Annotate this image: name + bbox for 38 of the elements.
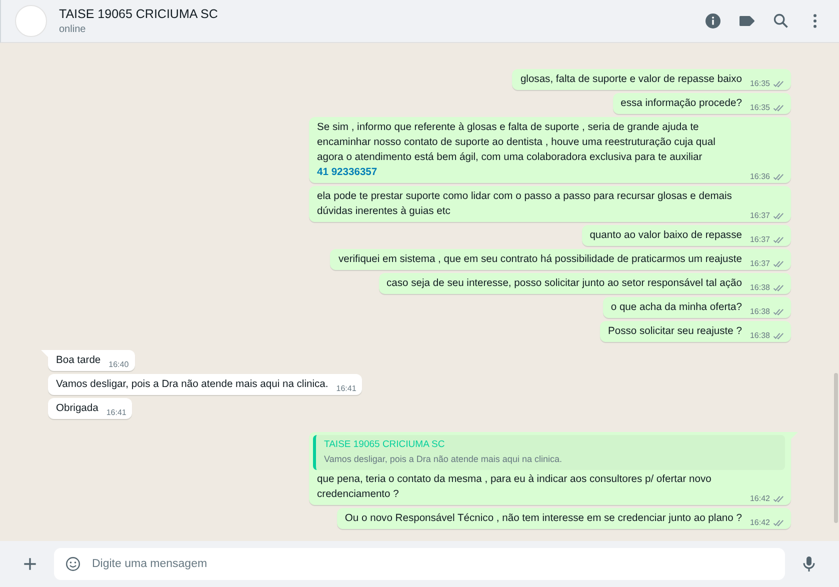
message-time: 16:38 [750, 282, 770, 294]
message-text: Se sim , informo que referente à glosas e falta de suporte , seria de grande ajuda te encaminhar nosso contato de suporte ao dentista , houve uma reestruturação cuja qual agora o atendimento está bem ágil, com uma colaboradora exclusiva para te auxiliar 41 92336357 [317, 121, 716, 180]
message-time: 16:37 [750, 258, 770, 270]
message-time: 16:36 [750, 171, 770, 183]
message-text: Obrigada [56, 402, 98, 416]
quoted-message[interactable]: TAISE 19065 CRICIUMA SC Vamos desligar, pois a Dra não atende mais aqui na clinica. [313, 435, 785, 470]
message-text: o que acha da minha oferta? [610, 301, 742, 315]
message-time: 16:40 [108, 359, 129, 371]
message-time: 16:41 [106, 407, 126, 419]
message-time: 16:42 [750, 493, 770, 505]
message-time: 16:38 [750, 306, 770, 318]
message-text: essa informação procede? [620, 97, 742, 111]
message-time: 16:42 [750, 517, 770, 529]
message-time: 16:37 [750, 234, 770, 246]
message-time: 16:41 [336, 383, 356, 395]
message-text: que pena, teria o contato da mesma , para eu à indicar aos consultores p/ ofertar novo credenciamento ? [317, 473, 712, 502]
message-text: Posso solicitar seu reajuste ? [608, 325, 742, 339]
message-text: Boa tarde [56, 354, 101, 368]
message-input-field[interactable]: Digite uma mensagem [54, 548, 785, 580]
message-text: caso seja de seu interesse, posso solicitar junto ao setor responsável tal ação [386, 277, 742, 291]
message-time: 16:35 [750, 102, 770, 114]
message-text: ela pode te prestar suporte como lidar com o passo a passo para recursar glosas e demais dúvidas inerentes à guias etc [317, 190, 733, 219]
contact-name[interactable]: TAISE 19065 CRICIUMA SC [59, 7, 703, 21]
info-icon[interactable] [703, 11, 723, 31]
message-text: glosas, falta de suporte e valor de repasse baixo [520, 73, 742, 87]
scrollbar[interactable] [834, 373, 838, 523]
message-time: 16:35 [750, 78, 770, 90]
quoted-text: Vamos desligar, pois a Dra não atende mais aqui na clinica. [324, 453, 563, 466]
message-text: Ou o novo Responsável Técnico , não tem interesse em se credenciar junto ao plano ? [344, 512, 742, 526]
contact-status: online [59, 24, 87, 35]
emoji-icon[interactable] [64, 555, 82, 573]
quoted-author: TAISE 19065 CRICIUMA SC [324, 438, 446, 451]
message-text: Vamos desligar, pois a Dra não atende mais aqui na clinica. [56, 378, 328, 392]
message-time: 16:37 [750, 210, 770, 222]
message-time: 16:38 [750, 330, 770, 342]
message-text: verifiquei em sistema , que em seu contrato há possibilidade de praticarmos um reajuste [338, 253, 742, 267]
phone-link[interactable]: 41 92336357 [317, 167, 378, 178]
message-text: quanto ao valor baixo de repasse [590, 229, 742, 243]
